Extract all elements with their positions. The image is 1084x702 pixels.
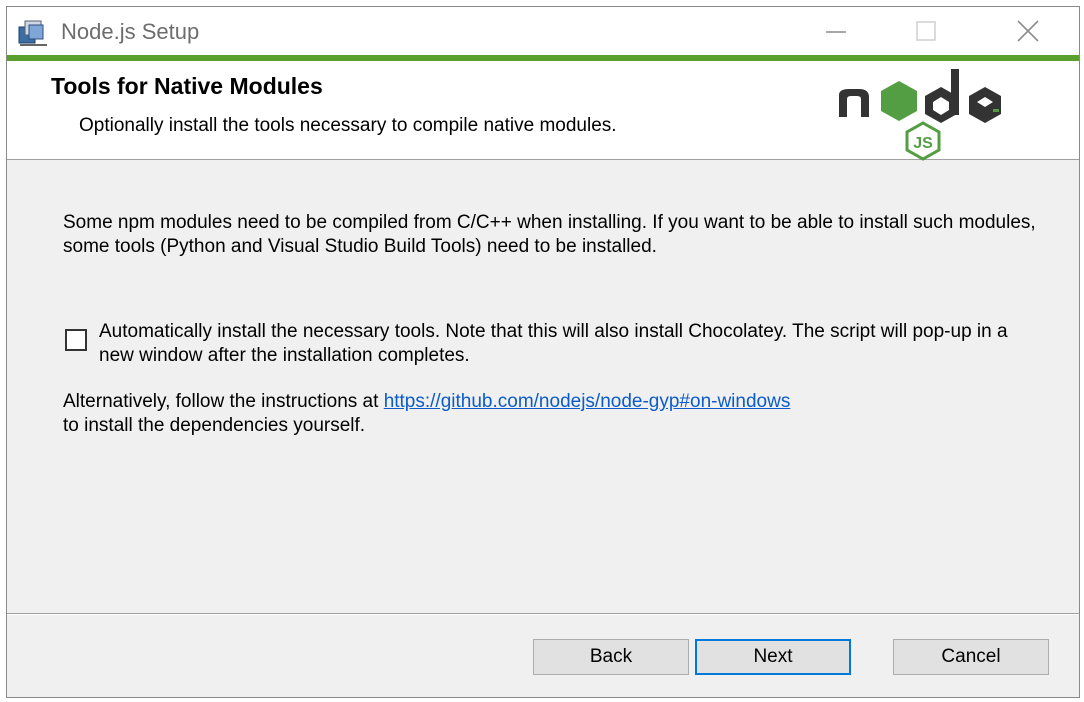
footer-divider [7,613,1079,615]
cancel-button[interactable]: Cancel [893,639,1049,675]
node-gyp-link[interactable]: https://github.com/nodejs/node-gyp#on-wi… [384,391,791,412]
maximize-icon [916,21,936,41]
svg-text:JS: JS [913,135,933,152]
minimize-icon [826,31,846,33]
window-title: Node.js Setup [61,19,200,44]
installer-icon [17,17,49,47]
page-header: Tools for Native Modules Optionally inst… [7,61,1079,161]
minimize-button[interactable] [791,7,881,55]
back-button[interactable]: Back [533,639,689,675]
install-tools-checkbox-label[interactable]: Automatically install the necessary tool… [99,320,1029,368]
alternative-instructions: Alternatively, follow the instructions a… [63,390,1043,438]
title-bar[interactable]: Node.js Setup [7,7,1079,61]
alternative-suffix: to install the dependencies yourself. [63,415,366,436]
maximize-button[interactable] [881,7,971,55]
page-title: Tools for Native Modules [51,73,323,99]
nodejs-logo-icon: JS [833,67,1013,161]
install-tools-checkbox[interactable] [65,329,87,351]
page-subtitle: Optionally install the tools necessary t… [79,115,617,136]
alternative-prefix: Alternatively, follow the instructions a… [63,391,379,412]
close-button[interactable] [983,7,1073,55]
setup-window: Node.js Setup Tools for Native Modules O… [6,6,1080,698]
close-icon [1017,20,1039,42]
next-button[interactable]: Next [695,639,851,675]
intro-text: Some npm modules need to be compiled fro… [63,212,1036,257]
